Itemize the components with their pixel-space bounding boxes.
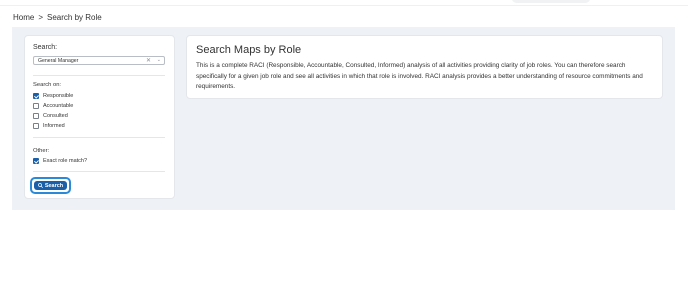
info-card: Search Maps by Role This is a complete R… (186, 35, 663, 99)
breadcrumb-home-link[interactable]: Home (13, 13, 34, 22)
divider (33, 75, 165, 76)
checkbox-box[interactable] (33, 93, 39, 99)
other-label: Other: (33, 148, 50, 154)
checkbox-label: Responsible (43, 93, 74, 99)
search-panel: Search: General Manager ✕ ⌄ Search on: R… (24, 35, 175, 199)
checkbox-label: Informed (43, 123, 65, 129)
checkbox-exact-role-match[interactable]: Exact role match? (33, 158, 87, 164)
checkbox-box[interactable] (33, 113, 39, 119)
breadcrumb-current: Search by Role (47, 13, 102, 22)
checkbox-box[interactable] (33, 123, 39, 129)
search-button-label: Search (44, 182, 64, 189)
breadcrumb-separator: > (38, 13, 44, 22)
search-icon (37, 183, 43, 188)
checkbox-label: Accountable (43, 103, 74, 109)
checkbox-informed[interactable]: Informed (33, 123, 65, 129)
role-select-value: General Manager (38, 58, 79, 64)
description-text: This is a complete RACI (Responsible, Ac… (196, 62, 643, 90)
checkbox-label: Consulted (43, 113, 68, 119)
clear-icon[interactable]: ✕ (146, 57, 151, 64)
top-bar-control[interactable] (512, 0, 590, 3)
checkbox-consulted[interactable]: Consulted (33, 113, 68, 119)
checkbox-responsible[interactable]: Responsible (33, 93, 73, 99)
checkbox-box[interactable] (33, 103, 39, 109)
breadcrumb: Home > Search by Role (13, 13, 102, 22)
search-button-inner[interactable]: Search (34, 181, 67, 190)
chevron-down-icon[interactable]: ⌄ (157, 57, 161, 63)
page-title: Search Maps by Role (196, 44, 302, 56)
checkbox-label: Exact role match? (43, 158, 88, 164)
checkbox-box[interactable] (33, 158, 39, 164)
role-select[interactable]: General Manager ✕ ⌄ (33, 56, 165, 65)
search-on-label: Search on: (33, 82, 62, 88)
search-label: Search: (33, 44, 58, 51)
divider (33, 171, 165, 172)
divider (33, 137, 165, 138)
search-button[interactable]: Search (30, 177, 71, 194)
checkbox-accountable[interactable]: Accountable (33, 103, 73, 109)
